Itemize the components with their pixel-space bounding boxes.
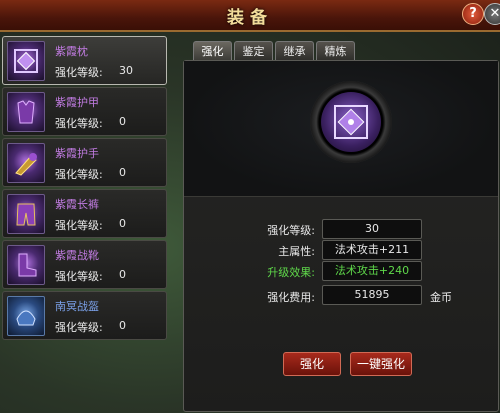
help-button[interactable]: ? bbox=[462, 3, 484, 25]
level-label: 强化等级: bbox=[267, 224, 315, 237]
one-click-enhance-button[interactable]: 一键强化 bbox=[350, 352, 412, 376]
window-title: 装备 bbox=[227, 8, 273, 28]
item-level-label: 强化等级: bbox=[55, 117, 103, 130]
item-level: 0 bbox=[119, 268, 126, 281]
item-name: 紫霞长裤 bbox=[55, 198, 99, 211]
equipment-item[interactable]: 紫霞护甲 强化等级: 0 bbox=[2, 87, 167, 136]
item-level: 0 bbox=[119, 166, 126, 179]
item-level: 30 bbox=[119, 64, 133, 77]
close-button[interactable]: ✕ bbox=[484, 3, 500, 25]
upgrade-value: 法术攻击+240 bbox=[322, 261, 422, 281]
boots-icon bbox=[7, 245, 45, 285]
main-attr-label: 主属性: bbox=[278, 245, 315, 258]
item-level-label: 强化等级: bbox=[55, 321, 103, 334]
tab-inherit[interactable]: 继承 bbox=[275, 41, 314, 61]
item-level: 0 bbox=[119, 115, 126, 128]
item-level-label: 强化等级: bbox=[55, 168, 103, 181]
cost-unit: 金币 bbox=[430, 291, 452, 304]
equipment-item[interactable]: 紫霞枕 强化等级: 30 bbox=[2, 36, 167, 85]
pants-icon bbox=[7, 194, 45, 234]
upgrade-label: 升级效果: bbox=[267, 266, 315, 279]
tab-identify[interactable]: 鉴定 bbox=[234, 41, 273, 61]
item-name: 紫霞护甲 bbox=[55, 96, 99, 109]
item-name: 紫霞枕 bbox=[55, 45, 88, 58]
item-name: 紫霞护手 bbox=[55, 147, 99, 160]
level-value: 30 bbox=[322, 219, 422, 239]
item-level: 0 bbox=[119, 217, 126, 230]
equipment-item[interactable]: 紫霞护手 强化等级: 0 bbox=[2, 138, 167, 187]
equipment-item[interactable]: 南冥战盔 强化等级: 0 bbox=[2, 291, 167, 340]
amulet-icon[interactable] bbox=[321, 92, 381, 152]
amulet-icon bbox=[7, 41, 45, 81]
equipment-item[interactable]: 紫霞战靴 强化等级: 0 bbox=[2, 240, 167, 289]
title-bar: 装备 ? ✕ bbox=[0, 0, 500, 32]
item-name: 紫霞战靴 bbox=[55, 249, 99, 262]
helmet-icon bbox=[7, 296, 45, 336]
main-attr-value: 法术攻击+211 bbox=[322, 240, 422, 260]
tab-refine[interactable]: 精炼 bbox=[316, 41, 355, 61]
equipment-item[interactable]: 紫霞长裤 强化等级: 0 bbox=[2, 189, 167, 238]
item-name: 南冥战盔 bbox=[55, 300, 99, 313]
item-level-label: 强化等级: bbox=[55, 66, 103, 79]
tab-enhance[interactable]: 强化 bbox=[193, 41, 232, 61]
armor-icon bbox=[7, 92, 45, 132]
gauntlet-icon bbox=[7, 143, 45, 183]
item-level: 0 bbox=[119, 319, 126, 332]
cost-value: 51895 bbox=[322, 285, 422, 305]
enhance-button[interactable]: 强化 bbox=[283, 352, 341, 376]
cost-label: 强化费用: bbox=[267, 291, 315, 304]
item-level-label: 强化等级: bbox=[55, 219, 103, 232]
item-level-label: 强化等级: bbox=[55, 270, 103, 283]
